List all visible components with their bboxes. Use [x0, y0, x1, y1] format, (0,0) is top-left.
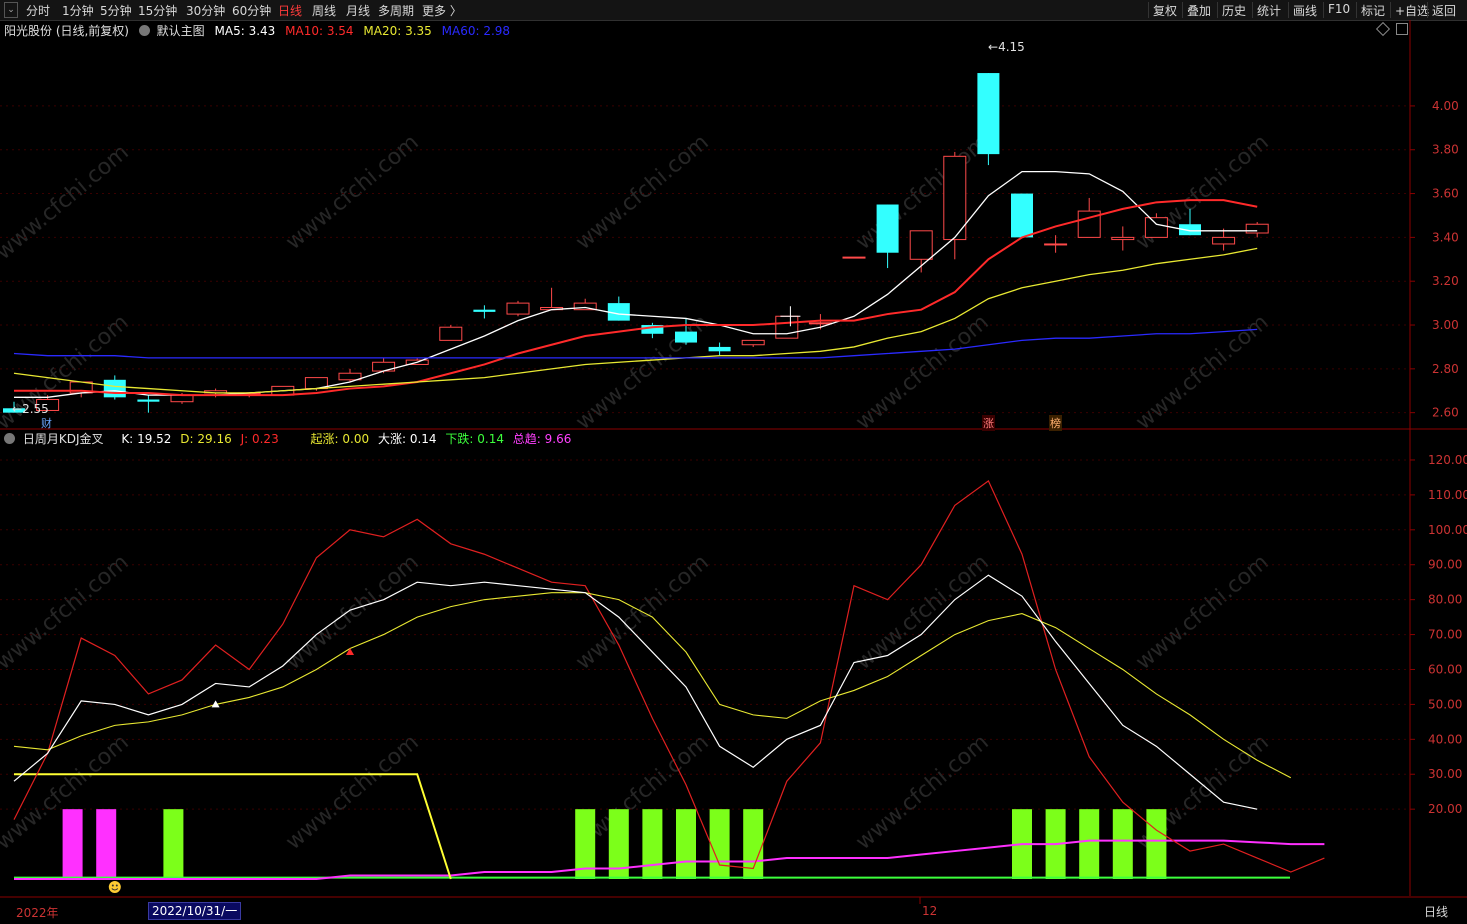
candle-body [708, 346, 731, 352]
candle-body [876, 204, 899, 253]
candle-body [842, 256, 866, 259]
signal-bar [96, 809, 117, 879]
limit-up-marker[interactable]: 涨 [982, 415, 995, 431]
candle-body [103, 379, 126, 398]
smiley-eye [115, 884, 118, 887]
smiley-eye [111, 884, 114, 887]
candle-body [775, 315, 799, 339]
ma-line-ma10 [14, 199, 1258, 397]
month-label: 12 [922, 904, 938, 918]
kdj-tick-label: 30.00 [1428, 767, 1462, 781]
price-tick-label: 2.60 [1432, 406, 1459, 420]
candle-body [808, 322, 832, 325]
rank-list-marker[interactable]: 榜 [1049, 415, 1062, 431]
cursor-date: 2022/10/31/一 [148, 902, 242, 920]
smiley-icon [108, 881, 121, 893]
signal-bar [676, 809, 696, 879]
candle-body [506, 302, 530, 315]
candle-body [675, 331, 697, 343]
candle-body [1245, 223, 1269, 234]
period-tab-daily[interactable]: 日线 [1424, 903, 1448, 920]
signal-triangle [346, 648, 354, 656]
kdj-tick-label: 110.00 [1428, 488, 1467, 502]
candle-body [909, 230, 933, 260]
signal-bar [642, 809, 663, 879]
candle-body [439, 326, 463, 341]
candle-body [1144, 217, 1168, 238]
price-tick-label: 3.40 [1432, 230, 1459, 244]
price-tick-label: 3.80 [1432, 143, 1459, 157]
signal-bar [163, 809, 184, 879]
candle-body [977, 73, 1000, 155]
low-price-value: 2.55 [22, 402, 49, 416]
low-price-label: ←2.55 [12, 402, 49, 416]
ma-line-ma5 [14, 171, 1258, 398]
candle-body [137, 399, 160, 402]
kdj-tick-label: 60.00 [1428, 662, 1462, 676]
candle-body [607, 303, 630, 321]
high-price-label: ←4.15 [988, 40, 1025, 54]
kdj-tick-label: 70.00 [1428, 628, 1462, 642]
year-label: 2022年 [16, 906, 59, 920]
kdj-tick-label: 50.00 [1428, 697, 1462, 711]
kdj-tick-label: 40.00 [1428, 732, 1462, 746]
kdj-tick-label: 120.00 [1428, 453, 1467, 467]
kdj-tick-label: 20.00 [1428, 802, 1462, 816]
ma-line-ma60 [13, 328, 1258, 359]
price-tick-label: 2.80 [1432, 362, 1459, 376]
signal-bar [1112, 809, 1133, 879]
candle-body [372, 361, 396, 372]
kdj-tick-label: 90.00 [1428, 558, 1462, 572]
signal-bar [1146, 809, 1167, 879]
kdj-tick-label: 100.00 [1428, 523, 1467, 537]
ma-line-ma20 [13, 247, 1258, 394]
price-tick-label: 3.00 [1432, 318, 1459, 332]
candle-body [1044, 243, 1068, 246]
signal-bar [62, 809, 83, 879]
candle-body [473, 309, 496, 312]
signal-bar [1079, 809, 1100, 879]
finance-marker[interactable]: 财 [41, 415, 52, 431]
kline-chart[interactable]: 4.00 3.80 3.60 3.40 3.20 3.00 2.80 2.60 120.00 11… [0, 0, 1467, 924]
d-line [13, 592, 1292, 779]
candle-body [741, 339, 765, 346]
price-tick-label: 3.20 [1432, 274, 1459, 288]
price-tick-label: 4.00 [1432, 99, 1459, 113]
candle-body [1212, 236, 1236, 245]
candle-body [1011, 193, 1033, 238]
candle-body [1111, 236, 1135, 241]
signal-bar [709, 809, 730, 879]
price-tick-label: 3.60 [1432, 187, 1459, 201]
kdj-tick-label: 80.00 [1428, 593, 1462, 607]
high-price-value: 4.15 [998, 40, 1025, 54]
